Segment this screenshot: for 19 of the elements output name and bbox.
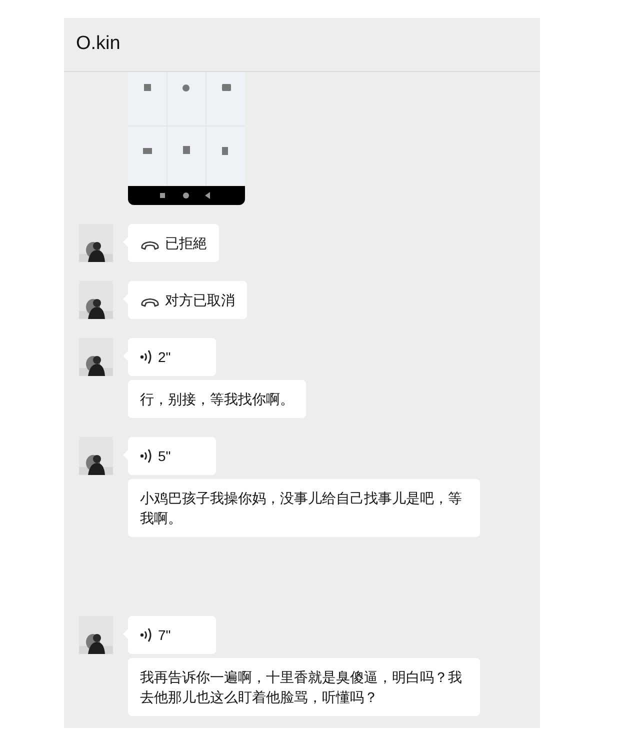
message-bubble: 我再告诉你一遍啊，十里香就是臭傻逼，明白吗？我去他那儿也这么盯着他脸骂，听懂吗？	[128, 658, 480, 716]
voice-icon	[140, 627, 153, 643]
message-text: 2"	[158, 349, 171, 365]
call-message[interactable]: 对方已取消	[128, 281, 247, 319]
voice-message[interactable]: 5"	[128, 437, 216, 475]
message-bubble: 行，别接，等我找你啊。	[128, 380, 306, 418]
voice-icon	[140, 349, 153, 365]
voice-icon	[140, 448, 153, 464]
window-title: O.kin	[76, 32, 120, 56]
phone-icon	[140, 296, 160, 308]
message-text: 已拒絕	[165, 235, 207, 251]
message-text: 对方已取消	[165, 292, 235, 308]
voice-message[interactable]: 2"	[128, 338, 216, 376]
voice-message[interactable]: 7"	[128, 616, 216, 654]
message-text: 5"	[158, 448, 171, 464]
phone-icon	[140, 239, 160, 251]
message-text: 7"	[158, 627, 171, 643]
call-message[interactable]: 已拒絕	[128, 224, 219, 262]
message-bubble: 小鸡巴孩子我操你妈，没事儿给自己找事儿是吧，等我啊。	[128, 479, 480, 537]
